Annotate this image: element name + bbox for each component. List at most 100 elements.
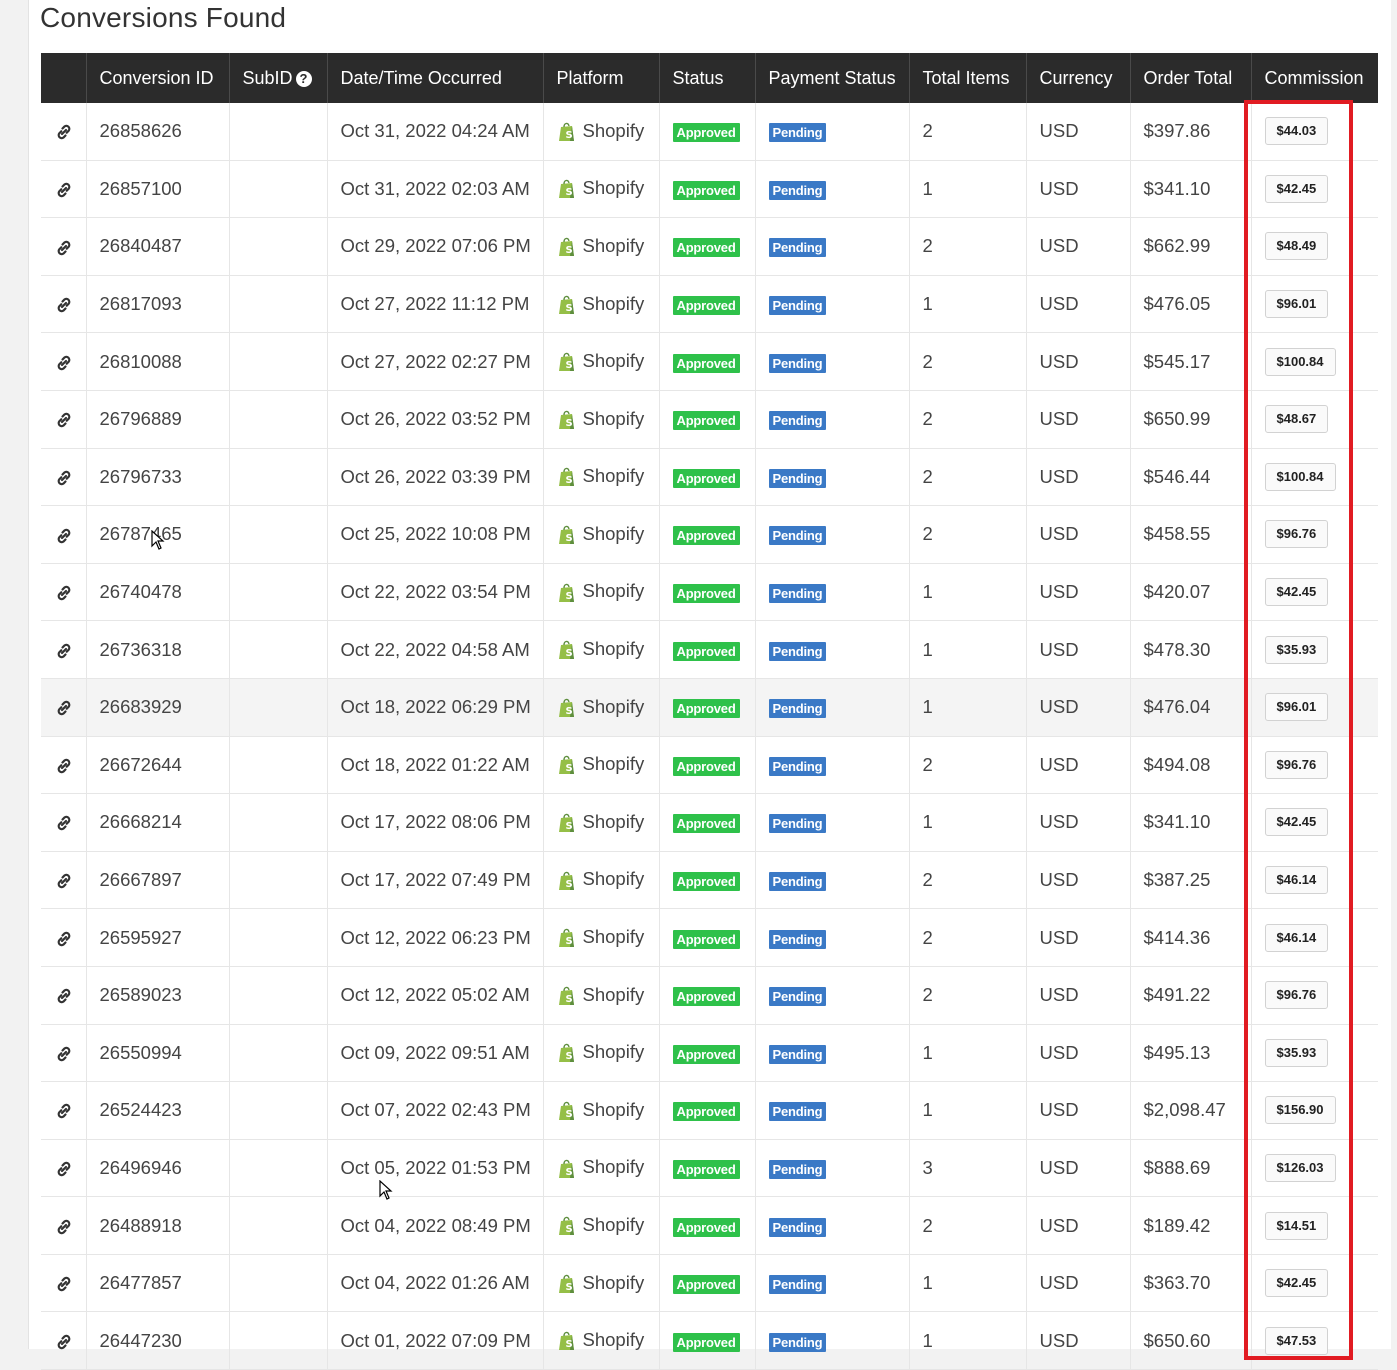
currency-cell: USD <box>1026 851 1131 910</box>
link-icon <box>57 873 71 889</box>
conversion-link-cell[interactable] <box>41 736 87 795</box>
subid-cell <box>229 793 328 852</box>
commission-button[interactable]: $96.76 <box>1264 981 1329 1010</box>
header-currency[interactable]: Currency <box>1026 53 1131 103</box>
commission-cell: $42.45 <box>1251 563 1378 622</box>
commission-button[interactable]: $100.84 <box>1264 347 1336 376</box>
payment-status-badge: Pending <box>768 353 827 373</box>
currency-cell: USD <box>1026 678 1131 737</box>
commission-button[interactable]: $14.51 <box>1264 1211 1329 1240</box>
subid-cell <box>229 217 328 276</box>
question-circle-icon[interactable]: ? <box>295 70 312 87</box>
shopify-icon: S <box>558 1101 574 1120</box>
svg-text:S: S <box>565 591 572 602</box>
commission-button[interactable]: $100.84 <box>1264 462 1336 491</box>
order-total-cell: $189.42 <box>1130 1196 1252 1255</box>
payment-status-cell: Pending <box>755 1081 910 1140</box>
header-total-items[interactable]: Total Items <box>909 53 1027 103</box>
commission-button[interactable]: $96.01 <box>1264 290 1329 319</box>
date-cell: Oct 09, 2022 09:51 AM <box>327 1024 544 1083</box>
commission-button[interactable]: $48.67 <box>1264 405 1329 434</box>
commission-button[interactable]: $44.03 <box>1264 117 1329 146</box>
platform-cell: S Shopify <box>543 563 660 622</box>
status-cell: Approved <box>659 908 756 967</box>
subid-cell <box>229 1254 328 1313</box>
commission-button[interactable]: $46.14 <box>1264 923 1329 952</box>
payment-status-cell: Pending <box>755 908 910 967</box>
commission-button[interactable]: $35.93 <box>1264 1038 1329 1067</box>
platform-cell: S Shopify <box>543 505 660 564</box>
subid-cell <box>229 678 328 737</box>
conversion-link-cell[interactable] <box>41 966 87 1025</box>
commission-button[interactable]: $35.93 <box>1264 635 1329 664</box>
order-total-cell: $546.44 <box>1130 448 1252 507</box>
conversion-link-cell[interactable] <box>41 908 87 967</box>
currency-cell: USD <box>1026 103 1131 161</box>
total-items-cell: 1 <box>909 620 1027 679</box>
commission-button[interactable]: $48.49 <box>1264 232 1329 261</box>
payment-status-cell: Pending <box>755 1311 910 1370</box>
conversion-link-cell[interactable] <box>41 332 87 391</box>
conversion-link-cell[interactable] <box>41 160 87 219</box>
conversion-link-cell[interactable] <box>41 217 87 276</box>
platform-cell: S Shopify <box>543 1024 660 1083</box>
commission-button[interactable]: $42.45 <box>1264 808 1329 837</box>
conversion-id-cell: 26550994 <box>86 1024 230 1083</box>
header-payment-status[interactable]: Payment Status <box>755 53 910 103</box>
commission-button[interactable]: $96.76 <box>1264 750 1329 779</box>
conversion-link-cell[interactable] <box>41 851 87 910</box>
conversion-link-cell[interactable] <box>41 390 87 449</box>
total-items-cell: 2 <box>909 966 1027 1025</box>
commission-button[interactable]: $46.14 <box>1264 866 1329 895</box>
conversion-link-cell[interactable] <box>41 448 87 507</box>
commission-button[interactable]: $42.45 <box>1264 1269 1329 1298</box>
header-platform[interactable]: Platform <box>543 53 660 103</box>
currency-cell: USD <box>1026 793 1131 852</box>
payment-status-cell: Pending <box>755 966 910 1025</box>
commission-button[interactable]: $96.01 <box>1264 693 1329 722</box>
shopify-icon: S <box>558 871 574 890</box>
status-badge: Approved <box>672 987 740 1007</box>
currency-cell: USD <box>1026 736 1131 795</box>
order-total-cell: $495.13 <box>1130 1024 1252 1083</box>
commission-button[interactable]: $47.53 <box>1264 1326 1329 1355</box>
commission-button[interactable]: $42.45 <box>1264 174 1329 203</box>
svg-text:S: S <box>565 879 572 890</box>
conversion-link-cell[interactable] <box>41 1139 87 1198</box>
conversion-link-cell[interactable] <box>41 1024 87 1083</box>
commission-button[interactable]: $96.76 <box>1264 520 1329 549</box>
order-total-cell: $341.10 <box>1130 793 1252 852</box>
conversion-link-cell[interactable] <box>41 103 87 161</box>
header-status[interactable]: Status <box>659 53 756 103</box>
conversion-id-cell: 26840487 <box>86 217 230 276</box>
commission-button[interactable]: $42.45 <box>1264 578 1329 607</box>
commission-button[interactable]: $126.03 <box>1264 1153 1336 1182</box>
payment-status-cell: Pending <box>755 160 910 219</box>
conversion-link-cell[interactable] <box>41 1311 87 1370</box>
link-icon <box>57 1161 71 1177</box>
conversion-link-cell[interactable] <box>41 793 87 852</box>
commission-cell: $42.45 <box>1251 160 1378 219</box>
conversion-link-cell[interactable] <box>41 1081 87 1140</box>
table-row: 26683929 Oct 18, 2022 06:29 PM S Shopify App… <box>41 678 1378 737</box>
order-total-cell: $414.36 <box>1130 908 1252 967</box>
header-order-total[interactable]: Order Total <box>1130 53 1252 103</box>
conversion-link-cell[interactable] <box>41 563 87 622</box>
header-date-time[interactable]: Date/Time Occurred <box>327 53 544 103</box>
commission-cell: $35.93 <box>1251 620 1378 679</box>
header-subid[interactable]: SubID? <box>229 53 328 103</box>
conversion-link-cell[interactable] <box>41 275 87 334</box>
conversion-link-cell[interactable] <box>41 1196 87 1255</box>
platform-label: Shopify <box>582 638 645 660</box>
conversion-link-cell[interactable] <box>41 505 87 564</box>
status-cell: Approved <box>659 390 756 449</box>
header-commission[interactable]: Commission <box>1251 53 1378 103</box>
conversion-link-cell[interactable] <box>41 678 87 737</box>
link-icon <box>57 989 71 1004</box>
total-items-cell: 1 <box>909 275 1027 334</box>
header-conversion-id[interactable]: Conversion ID <box>86 53 230 103</box>
commission-button[interactable]: $156.90 <box>1264 1096 1336 1125</box>
conversion-link-cell[interactable] <box>41 1254 87 1313</box>
conversion-link-cell[interactable] <box>41 620 87 679</box>
payment-status-badge: Pending <box>768 584 827 604</box>
